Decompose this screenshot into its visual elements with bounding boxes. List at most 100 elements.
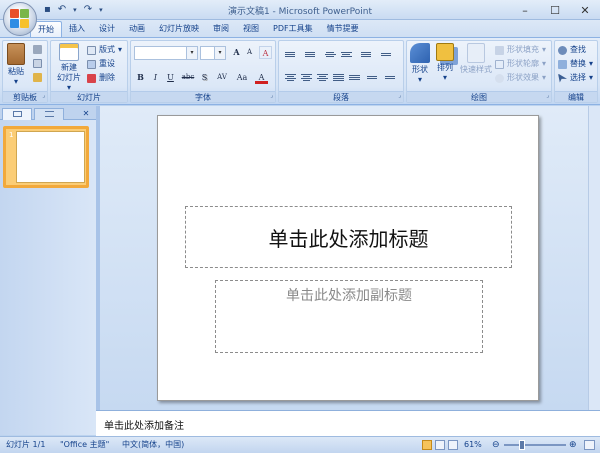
drawing-group: 形状 ▾ 排列 ▾ 快速样式 形状填充 ▾ 形状轮廓 ▾ 形状效果 ▾ 绘图 ⌟ [406, 40, 552, 103]
office-button[interactable] [3, 2, 37, 36]
slide-editing-area: 单击此处添加标题 单击此处添加副标题 [100, 106, 600, 410]
bullets-button[interactable] [283, 48, 297, 60]
minimize-button[interactable]: – [510, 0, 540, 20]
slide-thumbnail-preview [16, 131, 85, 183]
panel-close-button[interactable]: ✕ [80, 108, 92, 120]
tab-outline-view[interactable] [34, 108, 64, 120]
maximize-button[interactable]: ☐ [540, 0, 570, 20]
new-slide-button[interactable]: 新建 幻灯片 ▾ [55, 43, 83, 93]
zoom-level[interactable]: 61% [464, 437, 482, 453]
shrink-font-button[interactable]: A [243, 46, 256, 59]
new-slide-icon [59, 43, 79, 61]
normal-view-button[interactable] [422, 440, 432, 450]
increase-indent-button[interactable] [339, 48, 353, 60]
new-slide-label: 新建 [61, 63, 77, 72]
tab-design[interactable]: 设计 [92, 21, 122, 37]
cut-button[interactable] [33, 45, 42, 54]
shape-outline-button[interactable]: 形状轮廓 ▾ [495, 58, 546, 70]
notes-pane[interactable]: 单击此处添加备注 [96, 410, 600, 436]
tab-pdf-tools[interactable]: PDF工具集 [266, 21, 320, 37]
language-indicator[interactable]: 中文(简体，中国) [122, 437, 184, 453]
tab-insert[interactable]: 插入 [62, 21, 92, 37]
zoom-slider-thumb[interactable] [518, 440, 525, 450]
numbering-button[interactable] [303, 48, 317, 60]
decrease-indent-button[interactable] [323, 48, 337, 60]
shape-effects-button[interactable]: 形状效果 ▾ [495, 72, 546, 84]
bold-button[interactable]: B [134, 71, 147, 84]
italic-button[interactable]: I [149, 71, 162, 84]
ribbon-tabs: 开始 插入 设计 动画 幻灯片放映 审阅 视图 PDF工具集 情节提要 [30, 21, 366, 37]
tab-slides-view[interactable] [2, 108, 32, 120]
tab-review[interactable]: 审阅 [206, 21, 236, 37]
strikethrough-button[interactable]: abc [179, 71, 197, 84]
text-direction-button[interactable] [365, 71, 379, 83]
slide-thumbnail[interactable]: 1 [3, 126, 89, 188]
subtitle-placeholder[interactable]: 单击此处添加副标题 [215, 280, 483, 353]
slide-show-view-button[interactable] [448, 440, 458, 450]
format-painter-button[interactable] [33, 73, 42, 82]
quick-styles-button[interactable]: 快速样式 [459, 43, 493, 75]
slide-canvas[interactable]: 单击此处添加标题 单击此处添加副标题 [157, 115, 539, 401]
vertical-scrollbar[interactable] [588, 106, 600, 410]
grow-font-button[interactable]: A [230, 46, 243, 59]
font-name-field[interactable]: ▾ [134, 46, 198, 60]
layout-button[interactable]: 版式 ▾ [87, 44, 122, 56]
font-size-field[interactable]: ▾ [200, 46, 226, 60]
tab-animations[interactable]: 动画 [122, 21, 152, 37]
zoom-out-icon[interactable]: ⊖ [492, 437, 500, 453]
distributed-button[interactable] [347, 71, 361, 83]
align-left-button[interactable] [283, 71, 297, 83]
reset-button[interactable]: 重设 [87, 58, 115, 70]
drawing-group-label: 绘图 ⌟ [407, 91, 551, 102]
title-bar: ▪ ↶ ▾ ↷ ▾ 演示文稿1 - Microsoft PowerPoint –… [0, 0, 600, 20]
align-center-button[interactable] [299, 71, 313, 83]
change-case-button[interactable]: Aa [233, 71, 251, 84]
tab-slide-show[interactable]: 幻灯片放映 [152, 21, 206, 37]
zoom-in-icon[interactable]: ⊕ [569, 437, 577, 453]
text-shadow-button[interactable]: S [198, 71, 211, 84]
panel-tabs: ✕ [0, 106, 96, 120]
find-icon [558, 45, 567, 55]
delete-slide-button[interactable]: 删除 [87, 72, 115, 84]
layout-icon [87, 45, 96, 55]
shapes-button[interactable]: 形状 ▾ [409, 43, 431, 85]
paste-button[interactable]: 粘贴 ▾ [6, 43, 26, 87]
tab-storyboard[interactable]: 情节提要 [320, 21, 366, 37]
character-spacing-button[interactable]: AV [213, 71, 231, 84]
paragraph-dialog-launcher-icon[interactable]: ⌟ [398, 90, 401, 101]
arrange-button[interactable]: 排列 ▾ [434, 43, 456, 83]
clear-formatting-button[interactable]: A [259, 46, 272, 59]
shape-fill-button[interactable]: 形状填充 ▾ [495, 44, 546, 56]
underline-button[interactable]: U [164, 71, 177, 84]
justify-button[interactable] [331, 71, 345, 83]
copy-icon [33, 59, 42, 68]
font-size-dropdown-icon[interactable]: ▾ [214, 47, 225, 59]
ribbon: 粘贴 ▾ 剪贴板 ⌟ 新建 幻灯片 ▾ 版式 ▾ 重设 删除 幻灯片 ▾ ▾ A … [0, 37, 600, 105]
drawing-dialog-launcher-icon[interactable]: ⌟ [546, 90, 549, 101]
copy-button[interactable] [33, 59, 42, 68]
font-group: ▾ ▾ A A A B I U abc S AV Aa A 字体 ⌟ [130, 40, 276, 103]
find-button[interactable]: 查找 [558, 44, 586, 56]
close-button[interactable]: ✕ [570, 0, 600, 20]
columns-button[interactable] [379, 48, 393, 60]
shape-effects-icon [495, 73, 504, 83]
fit-to-window-button[interactable] [584, 440, 595, 450]
align-right-button[interactable] [315, 71, 329, 83]
font-dialog-launcher-icon[interactable]: ⌟ [270, 90, 273, 101]
office-logo-icon [10, 9, 30, 29]
replace-button[interactable]: 替换 ▾ [558, 58, 593, 70]
select-button[interactable]: 选择 ▾ [558, 72, 593, 84]
paste-dropdown-icon: ▾ [13, 77, 18, 86]
shape-outline-icon [495, 59, 504, 69]
align-text-button[interactable] [383, 71, 397, 83]
dialog-launcher-icon[interactable]: ⌟ [42, 90, 45, 101]
arrange-icon [436, 43, 454, 61]
line-spacing-button[interactable] [359, 48, 373, 60]
title-placeholder[interactable]: 单击此处添加标题 [185, 206, 512, 268]
font-name-dropdown-icon[interactable]: ▾ [186, 47, 197, 59]
zoom-slider[interactable] [504, 444, 566, 446]
tab-view[interactable]: 视图 [236, 21, 266, 37]
replace-icon [558, 59, 567, 69]
slide-sorter-view-button[interactable] [435, 440, 445, 450]
font-color-button[interactable]: A [255, 71, 268, 84]
